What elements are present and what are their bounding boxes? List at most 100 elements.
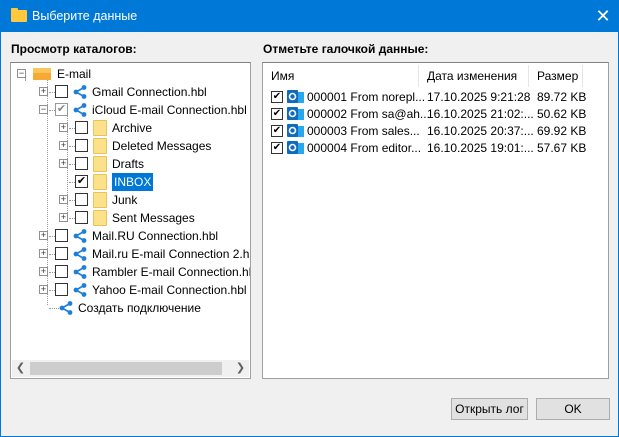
checkbox[interactable] (75, 157, 88, 170)
tree-item[interactable]: + Yahoo E-mail Connection.hbl (11, 281, 250, 299)
expand-icon[interactable]: + (39, 267, 48, 276)
tree-item-label: Rambler E-mail Connection.hbl (92, 265, 251, 279)
outlook-icon (287, 89, 304, 105)
tree-item[interactable]: + Deleted Messages (11, 137, 250, 155)
checkbox[interactable]: ✔ (271, 108, 283, 120)
message-date: 16.10.2025 19:01:... (427, 141, 534, 155)
folder-icon (11, 8, 27, 22)
scroll-right-button[interactable]: ❯ (232, 360, 249, 377)
message-size: 89.72 KB (537, 90, 587, 104)
tree-item[interactable]: + Mail.RU Connection.hbl (11, 227, 250, 245)
expand-icon[interactable]: + (59, 159, 68, 168)
expand-icon[interactable]: + (59, 213, 68, 222)
outlook-icon (287, 123, 304, 139)
open-log-button[interactable]: Открыть лог (451, 398, 528, 420)
ok-button[interactable]: OK (536, 398, 610, 420)
checkbox[interactable]: ✔ (271, 142, 283, 154)
checkbox[interactable] (55, 283, 68, 296)
tree-item[interactable]: − ✔ iCloud E-mail Connection.hbl (11, 101, 250, 119)
checkbox[interactable] (75, 193, 88, 206)
share-icon (73, 265, 87, 279)
column-header-size[interactable]: Размер (529, 65, 583, 87)
checkbox[interactable] (75, 121, 88, 134)
tree-item[interactable]: + Mail.ru E-mail Connection 2.hbl (11, 245, 251, 263)
tree-item-label: INBOX (112, 173, 154, 191)
expand-icon[interactable]: + (39, 87, 48, 96)
tree-item[interactable]: + Sent Messages (11, 209, 250, 227)
folder-icon (93, 156, 107, 172)
tree-item[interactable]: + Rambler E-mail Connection.hbl (11, 263, 251, 281)
column-header-name[interactable]: Имя (263, 65, 419, 87)
share-icon (73, 283, 87, 297)
checkbox[interactable] (75, 211, 88, 224)
title-bar: Выберите данные ✕ (1, 1, 618, 32)
catalog-tree[interactable]: − E-mail + Gmail Connection.hbl − ✔ iCloud E-m… (10, 62, 251, 379)
scrollbar-thumb[interactable] (30, 362, 222, 375)
share-icon (59, 301, 73, 315)
tree-item-label: iCloud E-mail Connection.hbl (92, 103, 247, 117)
list-item[interactable]: ✔ 000002 From sa@ah... 16.10.2025 21:02:… (271, 106, 601, 123)
checkbox[interactable] (55, 265, 68, 278)
folder-icon (93, 120, 107, 136)
tree-item-label: Junk (112, 193, 138, 207)
expand-icon[interactable]: + (39, 231, 48, 240)
tree-item-label: Sent Messages (112, 211, 195, 225)
list-item[interactable]: ✔ 000001 From norepl... 17.10.2025 9:21:… (271, 89, 601, 106)
horizontal-scrollbar[interactable]: ❮ ❯ (12, 360, 249, 377)
expand-icon[interactable]: + (39, 285, 48, 294)
share-icon (73, 229, 87, 243)
share-icon (73, 85, 87, 99)
tree-item-label: Mail.ru E-mail Connection 2.hbl (92, 247, 251, 261)
dialog-window: Выберите данные ✕ Просмотр каталогов: − E… (0, 0, 619, 437)
checkbox[interactable]: ✔ (55, 103, 68, 116)
message-list[interactable]: Имя Дата изменения Размер ✔ 000001 From … (262, 62, 609, 379)
tree-item-label: Archive (112, 121, 153, 135)
window-title: Выберите данные (32, 9, 138, 23)
tree-item[interactable]: + Gmail Connection.hbl (11, 83, 250, 101)
checkbox[interactable]: ✔ (271, 125, 283, 137)
collapse-icon[interactable]: − (39, 105, 48, 114)
message-date: 16.10.2025 20:37:... (427, 124, 534, 138)
expand-icon[interactable]: + (39, 249, 48, 258)
scroll-left-button[interactable]: ❮ (12, 360, 29, 377)
close-button[interactable]: ✕ (588, 1, 618, 32)
tree-item[interactable]: + Junk (11, 191, 250, 209)
tree-item[interactable]: − E-mail (11, 65, 250, 83)
message-name: 000001 From norepl... (307, 90, 426, 104)
checkbox[interactable]: ✔ (271, 91, 283, 103)
tree-item-label: E-mail (57, 67, 92, 81)
expand-icon[interactable]: + (59, 195, 68, 204)
tree-item-label: Drafts (112, 157, 145, 171)
tree-item[interactable]: Создать подключение (11, 299, 250, 317)
checkbox[interactable]: ✔ (75, 175, 88, 188)
outlook-icon (287, 106, 304, 122)
expand-icon[interactable]: + (59, 141, 68, 150)
collapse-icon[interactable]: − (17, 69, 26, 78)
checkbox[interactable] (75, 139, 88, 152)
column-header-date[interactable]: Дата изменения (419, 65, 529, 87)
tree-item-label: Yahoo E-mail Connection.hbl (92, 283, 247, 297)
checkbox[interactable] (55, 85, 68, 98)
message-date: 16.10.2025 21:02:... (427, 107, 534, 121)
outlook-icon (287, 140, 304, 156)
checkbox[interactable] (55, 229, 68, 242)
folder-icon (93, 174, 107, 190)
envelope-icon (33, 68, 51, 80)
tree-item[interactable]: + Archive (11, 119, 250, 137)
folder-icon (93, 192, 107, 208)
checkbox[interactable] (55, 247, 68, 260)
message-name: 000002 From sa@ah... (307, 107, 430, 121)
list-item[interactable]: ✔ 000004 From editor... 16.10.2025 19:01… (271, 140, 601, 157)
folder-icon (93, 210, 107, 226)
expand-icon[interactable]: + (59, 123, 68, 132)
tree-item[interactable]: + Drafts (11, 155, 250, 173)
list-item[interactable]: ✔ 000003 From sales... 16.10.2025 20:37:… (271, 123, 601, 140)
catalog-label: Просмотр каталогов: (11, 42, 137, 56)
message-name: 000004 From editor... (307, 141, 422, 155)
message-size: 69.92 KB (537, 124, 587, 138)
tree-item[interactable]: ✔ INBOX (11, 173, 250, 191)
tree-item-label: Создать подключение (78, 301, 201, 315)
tree-item-label: Gmail Connection.hbl (92, 85, 207, 99)
message-date: 17.10.2025 9:21:28 (427, 90, 531, 104)
message-size: 50.62 KB (537, 107, 587, 121)
